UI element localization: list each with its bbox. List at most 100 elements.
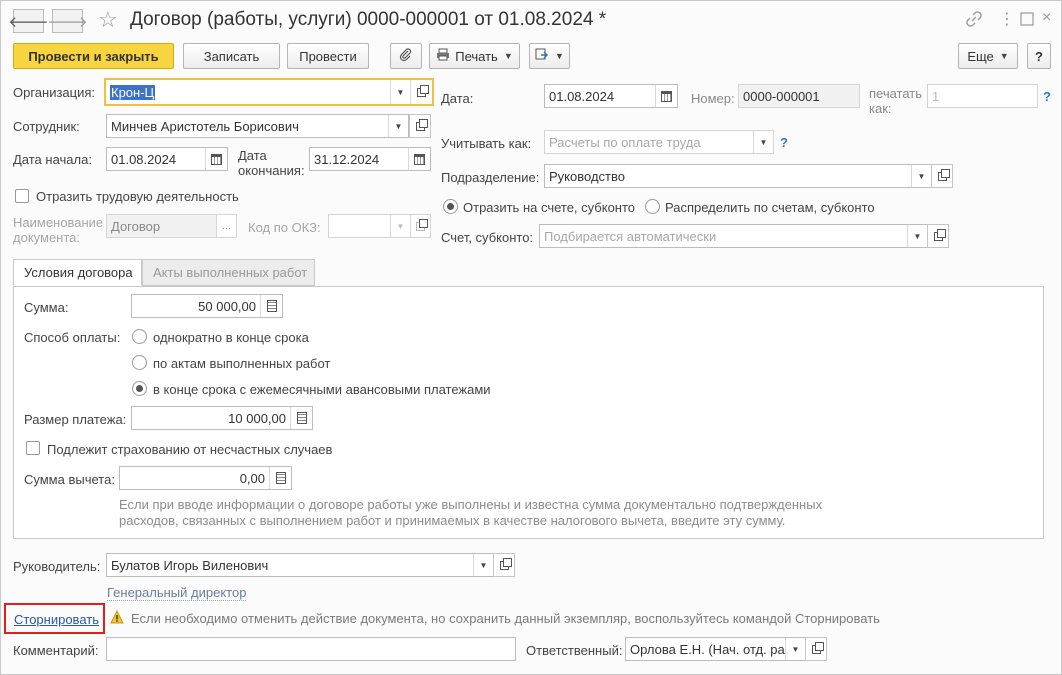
calculator-icon[interactable]	[260, 295, 282, 317]
radio-payment-acts-label: по актам выполненных работ	[153, 356, 331, 371]
dropdown-arrow-icon[interactable]: ▼	[911, 165, 931, 187]
dropdown-arrow-icon: ▼	[390, 215, 410, 237]
employee-open-button[interactable]	[409, 114, 431, 138]
employee-label: Сотрудник:	[13, 119, 80, 134]
open-icon	[499, 557, 512, 570]
calendar-icon[interactable]	[408, 148, 430, 170]
paperclip-icon	[399, 47, 413, 65]
dropdown-arrow-icon: ▼	[753, 131, 773, 153]
attach-button[interactable]	[390, 43, 422, 69]
ellipsis-icon: ...	[216, 215, 236, 237]
manager-open-button[interactable]	[493, 553, 515, 577]
post-button[interactable]: Провести	[287, 43, 369, 69]
help-icon[interactable]: ?	[1043, 89, 1051, 104]
account-as-field: Расчеты по оплате труда ▼	[544, 130, 774, 154]
radio-payment-monthly-label: в конце срока с ежемесячными авансовыми …	[153, 382, 491, 397]
labor-activity-checkbox[interactable]	[15, 189, 29, 203]
more-vertical-icon[interactable]: ⋮	[999, 11, 1015, 29]
help-button[interactable]: ?	[1027, 43, 1051, 69]
okz-field: ▼	[328, 214, 431, 238]
date-field[interactable]: 01.08.2024	[544, 84, 678, 108]
account-as-label: Учитывать как:	[441, 136, 532, 151]
calendar-icon[interactable]	[205, 148, 227, 170]
radio-reflect-account-label: Отразить на счете, субконто	[463, 200, 636, 215]
help-icon[interactable]: ?	[780, 135, 788, 150]
more-button[interactable]: Еще ▼	[958, 43, 1018, 69]
radio-payment-once[interactable]	[132, 329, 147, 344]
radio-reflect-account[interactable]	[443, 199, 458, 214]
link-icon[interactable]	[966, 11, 982, 32]
manager-position-link[interactable]: Генеральный директор	[107, 585, 247, 601]
division-label: Подразделение:	[441, 170, 540, 185]
radio-payment-once-label: однократно в конце срока	[153, 330, 309, 345]
manager-field[interactable]: Булатов Игорь Виленович ▼	[106, 553, 494, 577]
printer-icon	[436, 48, 450, 64]
deduction-value: 0,00	[239, 470, 265, 486]
tab-acts[interactable]: Акты выполненных работ	[142, 259, 315, 286]
maximize-icon[interactable]	[1020, 12, 1034, 31]
calendar-icon[interactable]	[655, 85, 677, 107]
radio-payment-acts[interactable]	[132, 355, 147, 370]
responsible-field[interactable]: Орлова Е.Н. (Нач. отд. ра ▼	[625, 637, 806, 661]
back-button[interactable]: 🡐	[8, 9, 49, 33]
account-label: Счет, субконто:	[441, 230, 534, 245]
division-value: Руководство	[549, 168, 625, 184]
radio-payment-monthly[interactable]	[132, 381, 147, 396]
responsible-open-button[interactable]	[805, 637, 827, 661]
dropdown-arrow-icon[interactable]: ▼	[785, 638, 805, 660]
deduction-field[interactable]: 0,00	[119, 466, 292, 490]
forward-button[interactable]: 🡒	[47, 9, 88, 33]
print-label: Печать	[455, 48, 498, 64]
reverse-hint: Если необходимо отменить действие докуме…	[131, 611, 880, 626]
open-icon	[933, 228, 946, 241]
comment-field[interactable]	[106, 637, 516, 661]
dropdown-arrow-icon[interactable]: ▼	[473, 554, 493, 576]
post-and-close-button[interactable]: Провести и закрыть	[13, 43, 174, 69]
dropdown-arrow-icon[interactable]: ▼	[390, 80, 410, 104]
payment-size-label: Размер платежа:	[24, 412, 127, 427]
calculator-icon[interactable]	[290, 407, 312, 429]
doc-name-label: Наименование документа:	[13, 215, 104, 245]
start-date-value: 01.08.2024	[111, 151, 177, 167]
save-button[interactable]: Записать	[183, 43, 280, 69]
print-as-field: 1	[927, 84, 1038, 108]
tab-contract-conditions[interactable]: Условия договора	[13, 259, 142, 286]
create-based-on-button[interactable]: ▼	[529, 43, 570, 69]
end-date-field[interactable]: 31.12.2024	[309, 147, 431, 171]
open-icon	[937, 168, 950, 181]
number-value: 0000-000001	[743, 88, 820, 104]
calculator-icon[interactable]	[269, 467, 291, 489]
payment-method-label: Способ оплаты:	[24, 330, 121, 345]
reverse-link[interactable]: Сторнировать	[14, 612, 99, 627]
print-button[interactable]: Печать ▼	[429, 43, 520, 69]
number-field: 0000-000001	[738, 84, 860, 108]
start-date-field[interactable]: 01.08.2024	[106, 147, 228, 171]
organization-label: Организация:	[13, 85, 96, 100]
close-icon[interactable]: ×	[1042, 9, 1051, 27]
open-icon	[415, 118, 428, 131]
deduction-hint: Если при вводе информации о договоре раб…	[119, 497, 823, 528]
division-open-button[interactable]	[931, 164, 953, 188]
radio-distribute[interactable]	[645, 199, 660, 214]
organization-value: Крон-Ц	[110, 84, 156, 100]
organization-field[interactable]: Крон-Ц ▼	[104, 78, 434, 106]
account-placeholder: Подбирается автоматически	[544, 228, 717, 244]
chevron-down-icon: ▼	[555, 51, 564, 61]
print-as-label: печатать как:	[869, 86, 923, 116]
star-icon[interactable]: ☆	[98, 8, 118, 32]
sum-label: Сумма:	[24, 300, 69, 315]
okz-label: Код по ОКЗ:	[248, 220, 321, 235]
account-field[interactable]: Подбирается автоматически ▼	[539, 224, 928, 248]
payment-size-field[interactable]: 10 000,00	[131, 406, 313, 430]
page-title: Договор (работы, услуги) 0000-000001 от …	[130, 9, 607, 30]
dropdown-arrow-icon[interactable]: ▼	[388, 115, 408, 137]
employee-field[interactable]: Минчев Аристотель Борисович ▼	[106, 114, 409, 138]
forward-icon: 🡒	[47, 13, 88, 31]
division-field[interactable]: Руководство ▼	[544, 164, 932, 188]
account-open-button[interactable]	[927, 224, 949, 248]
sum-field[interactable]: 50 000,00	[131, 294, 283, 318]
open-icon[interactable]	[410, 80, 432, 104]
insurance-checkbox[interactable]	[26, 441, 40, 455]
manager-value: Булатов Игорь Виленович	[111, 557, 269, 573]
dropdown-arrow-icon[interactable]: ▼	[907, 225, 927, 247]
